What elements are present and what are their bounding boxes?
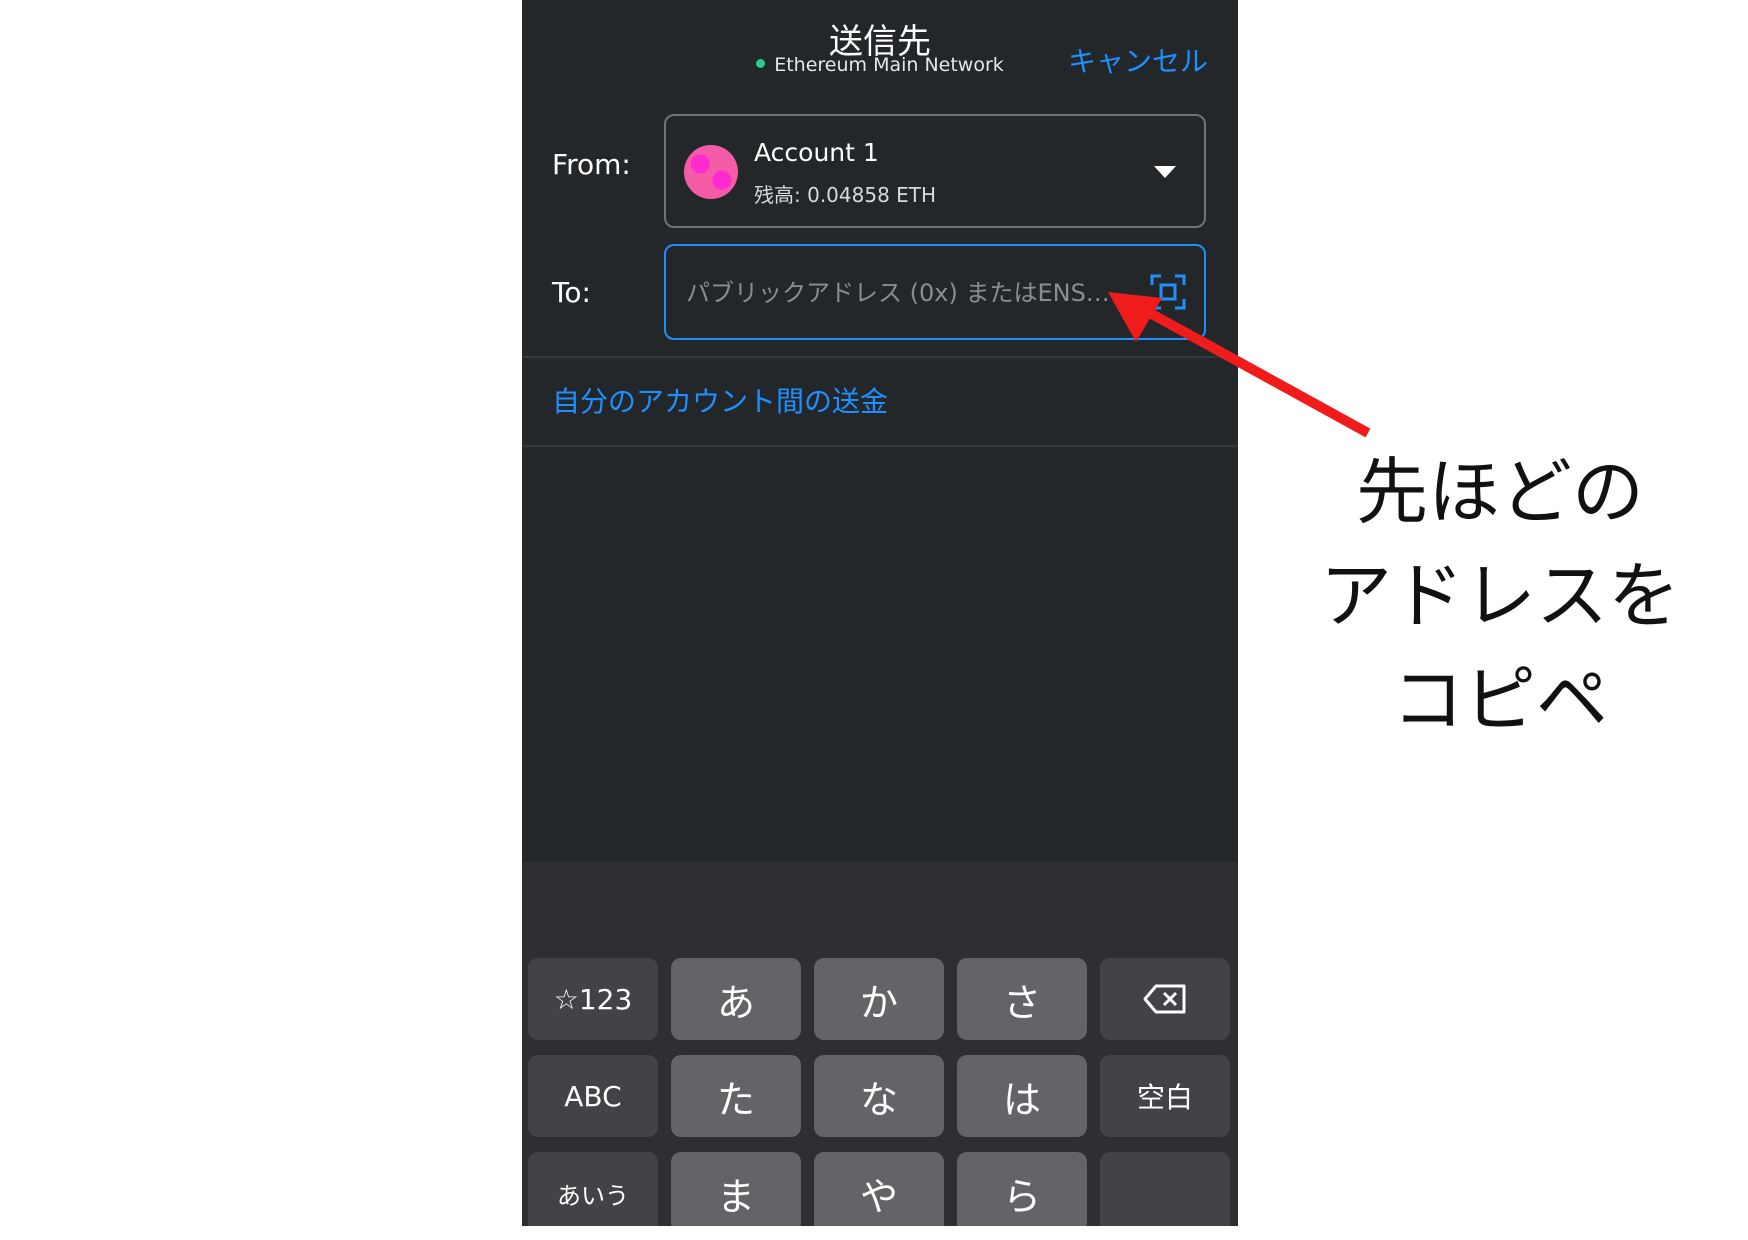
key-kana-mode[interactable]: あいう bbox=[528, 1152, 658, 1226]
key-a[interactable]: あ bbox=[671, 958, 801, 1040]
key-blank[interactable] bbox=[1100, 1152, 1230, 1226]
key-sa[interactable]: さ bbox=[957, 958, 1087, 1040]
network-name: Ethereum Main Network bbox=[774, 54, 1004, 76]
annotation-line: コピペ bbox=[1391, 658, 1608, 742]
from-label: From: bbox=[552, 148, 631, 181]
send-screen: 送信先 Ethereum Main Network キャンセル From: Ac… bbox=[522, 0, 1238, 1226]
key-symbols[interactable]: ☆123 bbox=[528, 958, 658, 1040]
keyboard: ☆123 あ か さ ABC た な は 空白 あいう ま や ら bbox=[522, 952, 1238, 1226]
annotation-line: アドレスを bbox=[1319, 554, 1680, 638]
key-ka[interactable]: か bbox=[814, 958, 944, 1040]
cancel-button[interactable]: キャンセル bbox=[1068, 40, 1208, 80]
account-balance: 残高: 0.04858 ETH bbox=[754, 183, 937, 207]
annotation-text: 先ほどの アドレスを コピペ bbox=[1290, 440, 1710, 752]
transfer-between-accounts-link[interactable]: 自分のアカウント間の送金 bbox=[552, 380, 888, 420]
key-ra[interactable]: ら bbox=[957, 1152, 1087, 1226]
keyboard-suggestion-bar bbox=[522, 862, 1238, 952]
to-address-input[interactable] bbox=[684, 246, 1128, 340]
to-label: To: bbox=[552, 276, 591, 309]
key-na[interactable]: な bbox=[814, 1055, 944, 1137]
network-status-dot bbox=[756, 59, 766, 68]
key-abc[interactable]: ABC bbox=[528, 1055, 658, 1137]
key-ta[interactable]: た bbox=[671, 1055, 801, 1137]
header: 送信先 Ethereum Main Network キャンセル bbox=[522, 0, 1238, 100]
key-ya[interactable]: や bbox=[814, 1152, 944, 1226]
backspace-icon bbox=[1143, 984, 1186, 1014]
from-account-selector[interactable]: Account 1 残高: 0.04858 ETH bbox=[664, 114, 1206, 228]
key-ha[interactable]: は bbox=[957, 1055, 1087, 1137]
account-name: Account 1 bbox=[754, 138, 879, 167]
key-ma[interactable]: ま bbox=[671, 1152, 801, 1226]
annotation-line: 先ほどの bbox=[1355, 450, 1644, 534]
account-avatar bbox=[684, 145, 738, 199]
backspace-key[interactable] bbox=[1100, 958, 1230, 1040]
space-key[interactable]: 空白 bbox=[1100, 1055, 1230, 1137]
annotation-arrow bbox=[1108, 292, 1371, 438]
chevron-down-icon[interactable] bbox=[1154, 166, 1176, 178]
